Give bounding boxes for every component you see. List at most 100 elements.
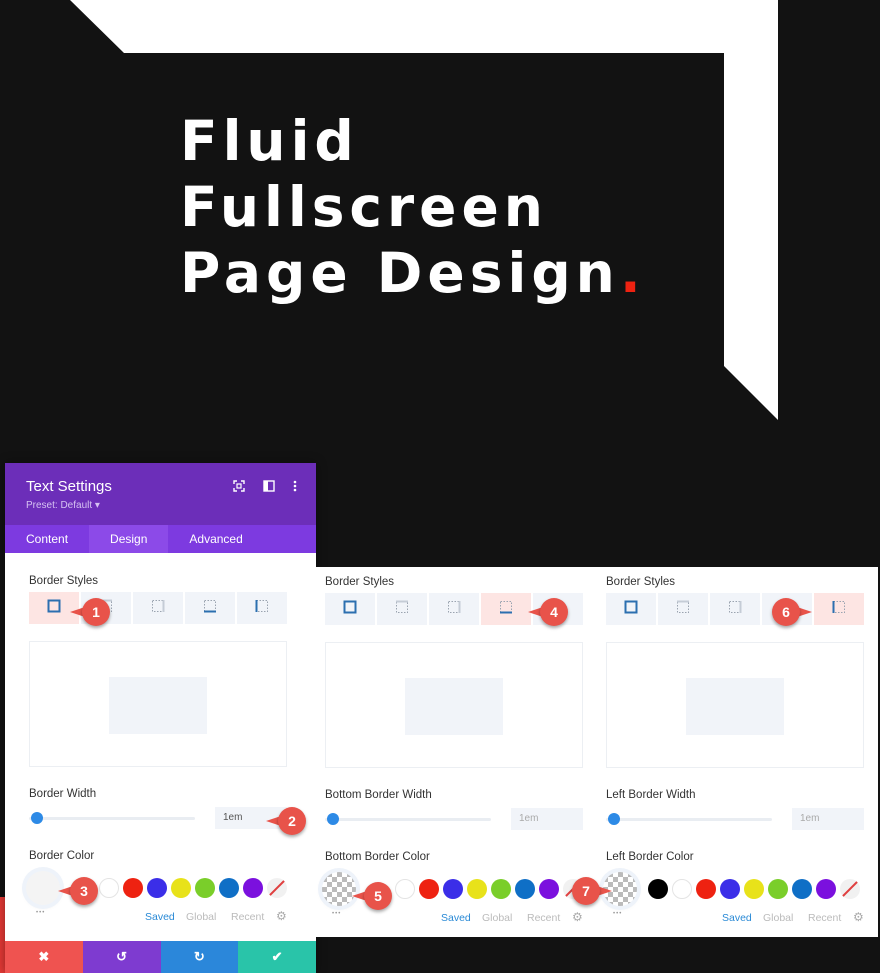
border-left-icon xyxy=(832,600,846,619)
border-width-slider-thumb[interactable] xyxy=(327,813,339,825)
border-style-bottom-button[interactable] xyxy=(481,593,531,625)
color-picker-button[interactable] xyxy=(26,871,60,905)
undo-button[interactable]: ↺ xyxy=(82,941,161,973)
callout-number: 2 xyxy=(288,813,296,829)
callout-number: 3 xyxy=(80,883,88,899)
tab-advanced[interactable]: Advanced xyxy=(168,525,263,553)
more-options-icon[interactable]: ••• xyxy=(36,910,45,916)
color-swatch[interactable] xyxy=(419,879,439,899)
sidebar-layout-icon[interactable] xyxy=(262,479,276,493)
panel-tabs: Content Design Advanced xyxy=(5,525,316,553)
border-width-slider[interactable] xyxy=(29,817,195,820)
border-width-slider-thumb[interactable] xyxy=(31,812,43,824)
more-vertical-icon[interactable] xyxy=(288,479,302,493)
color-swatch[interactable] xyxy=(219,878,239,898)
color-swatch[interactable] xyxy=(491,879,511,899)
redo-button[interactable]: ↻ xyxy=(160,941,239,973)
tab-content[interactable]: Content xyxy=(5,525,89,553)
color-swatch[interactable] xyxy=(467,879,487,899)
color-swatch[interactable] xyxy=(720,879,740,899)
palette-tab-global[interactable]: Global xyxy=(482,912,512,924)
color-swatch[interactable] xyxy=(395,879,415,899)
border-width-label: Bottom Border Width xyxy=(325,789,432,801)
border-preview xyxy=(325,642,583,768)
color-swatch[interactable] xyxy=(243,878,263,898)
border-style-top-button[interactable] xyxy=(658,593,708,625)
palette-tab-saved[interactable]: Saved xyxy=(145,911,175,923)
tab-design[interactable]: Design xyxy=(89,525,169,553)
color-swatch[interactable] xyxy=(147,878,167,898)
border-width-slider-thumb[interactable] xyxy=(608,813,620,825)
palette-tab-saved[interactable]: Saved xyxy=(441,912,471,924)
fullscreen-icon[interactable] xyxy=(232,479,246,493)
redo-icon: ↻ xyxy=(193,949,205,964)
step-callout-5: 5 xyxy=(352,882,392,910)
color-swatch[interactable] xyxy=(443,879,463,899)
color-swatch[interactable] xyxy=(195,878,215,898)
border-style-top-button[interactable] xyxy=(377,593,427,625)
panel-footer: ✖ ↺ ↻ ✔ xyxy=(5,941,316,973)
callout-number: 1 xyxy=(92,604,100,620)
border-width-slider[interactable] xyxy=(606,818,772,821)
cancel-button[interactable]: ✖ xyxy=(5,941,83,973)
border-color-label: Border Color xyxy=(29,850,95,862)
no-color-swatch[interactable] xyxy=(267,878,287,898)
color-swatch[interactable] xyxy=(696,879,716,899)
color-picker-button[interactable] xyxy=(322,872,356,906)
border-bottom-icon xyxy=(203,599,217,618)
palette-tab-saved[interactable]: Saved xyxy=(722,912,752,924)
palette-tab-recent[interactable]: Recent xyxy=(527,912,560,924)
step-callout-4: 4 xyxy=(528,598,568,626)
border-preview xyxy=(29,641,287,767)
color-swatch[interactable] xyxy=(171,878,191,898)
border-style-bottom-button[interactable] xyxy=(185,592,235,624)
color-swatch[interactable] xyxy=(99,878,119,898)
text-settings-panel: Text Settings Preset: Default ▾ Content … xyxy=(5,463,316,973)
border-style-left-button[interactable] xyxy=(814,593,864,625)
color-swatch[interactable] xyxy=(672,879,692,899)
color-swatch[interactable] xyxy=(123,878,143,898)
border-styles-label: Border Styles xyxy=(606,576,676,588)
panel-title: Text Settings xyxy=(26,478,112,495)
border-style-left-button[interactable] xyxy=(237,592,287,624)
step-callout-2: 2 xyxy=(266,807,306,835)
color-swatch[interactable] xyxy=(744,879,764,899)
color-swatch[interactable] xyxy=(539,879,559,899)
border-width-slider[interactable] xyxy=(325,818,491,821)
border-style-all-button[interactable] xyxy=(606,593,656,625)
panel-header: Text Settings Preset: Default ▾ xyxy=(5,463,316,525)
more-options-icon[interactable]: ••• xyxy=(332,911,341,917)
gear-icon[interactable]: ⚙ xyxy=(853,910,864,924)
step-callout-3: 3 xyxy=(58,877,98,905)
save-button[interactable]: ✔ xyxy=(238,941,316,973)
color-swatch[interactable] xyxy=(792,879,812,899)
more-options-icon[interactable]: ••• xyxy=(613,911,622,917)
border-style-right-button[interactable] xyxy=(710,593,760,625)
gear-icon[interactable]: ⚙ xyxy=(572,910,583,924)
border-width-input[interactable]: 1em xyxy=(792,808,864,830)
palette-tab-global[interactable]: Global xyxy=(763,912,793,924)
hero-title-line-3: Page Design. xyxy=(180,240,646,306)
color-swatch[interactable] xyxy=(515,879,535,899)
gear-icon[interactable]: ⚙ xyxy=(276,909,287,923)
border-settings-left: Border Styles Left Border Width 1em Left Bo… xyxy=(594,567,878,937)
color-swatch[interactable] xyxy=(768,879,788,899)
border-style-all-button[interactable] xyxy=(325,593,375,625)
border-style-right-button[interactable] xyxy=(133,592,183,624)
palette-tab-global[interactable]: Global xyxy=(186,911,216,923)
border-preview-element xyxy=(686,678,784,735)
border-bottom-icon xyxy=(499,600,513,619)
color-swatch[interactable] xyxy=(648,879,668,899)
border-right-icon xyxy=(151,599,165,618)
no-color-swatch[interactable] xyxy=(840,879,860,899)
color-swatch[interactable] xyxy=(816,879,836,899)
border-preview-element xyxy=(405,678,503,735)
border-style-right-button[interactable] xyxy=(429,593,479,625)
palette-tab-recent[interactable]: Recent xyxy=(808,912,841,924)
border-width-input[interactable]: 1em xyxy=(511,808,583,830)
check-icon: ✔ xyxy=(271,949,283,964)
hero-title-line-2: Fullscreen xyxy=(180,175,548,239)
border-all-icon xyxy=(624,600,638,619)
preset-dropdown[interactable]: Preset: Default ▾ xyxy=(26,500,100,511)
palette-tab-recent[interactable]: Recent xyxy=(231,911,264,923)
